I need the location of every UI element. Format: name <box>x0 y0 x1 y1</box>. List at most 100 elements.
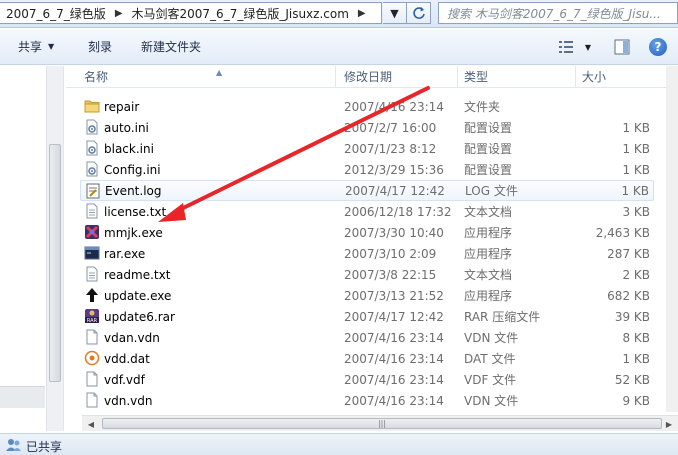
rar-archive-icon: RAR <box>84 308 100 324</box>
breadcrumb-item-current[interactable]: 木马剑客2007_6_7_绿色版_Jisuxz.com <box>126 3 355 23</box>
generic-file-icon <box>84 329 100 345</box>
burn-label: 刻录 <box>88 40 113 54</box>
file-row[interactable]: Config.ini 2012/3/29 15:36 配置设置 1 KB <box>80 159 654 180</box>
chevron-down-icon: ▼ <box>584 42 592 52</box>
chevron-right-icon[interactable]: ▶ <box>355 8 369 19</box>
console-app-icon <box>84 245 100 261</box>
file-row[interactable]: RAR update6.rar 2007/4/17 12:42 RAR 压缩文件 39 … <box>80 306 654 327</box>
file-row[interactable]: Event.log 2007/4/17 12:42 LOG 文件 1 KB <box>80 180 654 201</box>
details-view-icon <box>559 41 573 53</box>
file-row[interactable]: update.exe 2007/3/13 21:52 应用程序 682 KB <box>80 285 654 306</box>
file-row[interactable]: vdan.vdn 2007/4/16 23:14 VDN 文件 8 KB <box>80 327 654 348</box>
file-row[interactable]: license.txt 2006/12/18 17:32 文本文档 3 KB <box>80 201 654 222</box>
file-row[interactable]: mmjk.exe 2007/3/30 10:40 应用程序 2,463 KB <box>80 222 654 243</box>
chevron-right-icon[interactable]: ▶ <box>112 8 126 19</box>
file-row[interactable]: rar.exe 2007/3/10 2:09 应用程序 287 KB <box>80 243 654 264</box>
address-buttons: ▼ <box>383 2 431 24</box>
file-date: 2012/3/29 15:36 <box>344 162 444 177</box>
file-date: 2007/4/16 23:14 <box>344 330 444 345</box>
breadcrumb[interactable]: 2007_6_7_绿色版 ▶ 木马剑客2007_6_7_绿色版_Jisuxz.c… <box>0 2 382 24</box>
search-input[interactable]: 搜索 木马剑客2007_6_7_绿色版_Jisu... <box>438 2 678 24</box>
file-type: 配置设置 <box>464 142 513 156</box>
file-size: 2,463 KB <box>595 225 650 240</box>
file-size: 1 KB <box>621 183 649 198</box>
file-type: 应用程序 <box>464 226 513 240</box>
file-row[interactable]: black.ini 2007/1/23 8:12 配置设置 1 KB <box>80 138 654 159</box>
file-size: 52 KB <box>614 372 650 387</box>
scroll-right-icon[interactable]: ▶ <box>662 418 676 430</box>
file-type: VDF 文件 <box>464 373 517 387</box>
file-name: Config.ini <box>104 162 161 177</box>
file-name: Event.log <box>105 183 162 198</box>
shared-users-icon <box>6 439 21 451</box>
file-type: 应用程序 <box>464 289 513 303</box>
text-file-icon <box>84 203 100 219</box>
preview-pane-button[interactable] <box>612 37 632 57</box>
column-header-date-label: 修改日期 <box>344 70 393 84</box>
file-row[interactable]: vdd.dat 2007/4/16 23:14 DAT 文件 1 KB <box>80 348 654 369</box>
refresh-button[interactable] <box>407 2 431 24</box>
file-row[interactable]: repair 2007/4/16 23:14 文件夹 <box>80 96 654 117</box>
new-folder-button[interactable]: 新建文件夹 <box>141 38 201 55</box>
file-row[interactable]: readme.txt 2007/3/8 22:15 文本文档 2 KB <box>80 264 654 285</box>
file-name: update6.rar <box>104 309 175 324</box>
scroll-left-icon[interactable]: ◀ <box>84 418 98 430</box>
file-size: 1 KB <box>622 162 650 177</box>
file-date: 2006/12/18 17:32 <box>344 204 452 219</box>
file-type: VDN 文件 <box>464 331 519 345</box>
file-size: 1 KB <box>622 351 650 366</box>
file-type: VDN 文件 <box>464 394 519 408</box>
file-name: rar.exe <box>104 246 146 261</box>
scrollbar-thumb[interactable]: ||| <box>102 418 662 429</box>
history-dropdown-button[interactable]: ▼ <box>383 2 407 24</box>
navigation-pane-scrollbar[interactable] <box>46 66 63 431</box>
new-folder-label: 新建文件夹 <box>141 40 202 54</box>
file-date: 2007/2/7 16:00 <box>344 120 437 135</box>
text-file-icon <box>84 266 100 282</box>
folder-icon <box>84 98 100 114</box>
file-name: license.txt <box>104 204 167 219</box>
breadcrumb-item-parent[interactable]: 2007_6_7_绿色版 <box>0 3 112 23</box>
file-size: 682 KB <box>607 288 650 303</box>
file-row[interactable]: auto.ini 2007/2/7 16:00 配置设置 1 KB <box>80 117 654 138</box>
file-date: 2007/4/16 23:14 <box>344 372 444 387</box>
file-date: 2007/4/17 12:42 <box>344 309 444 324</box>
file-type: 文本文档 <box>464 205 513 219</box>
file-row[interactable]: vdf.vdf 2007/4/16 23:14 VDF 文件 52 KB <box>80 369 654 390</box>
chevron-down-icon: ▼ <box>390 6 399 20</box>
file-size: 8 KB <box>622 330 650 345</box>
file-size: 9 KB <box>622 393 650 408</box>
settings-file-icon <box>84 140 100 156</box>
scrollbar-thumb[interactable] <box>49 144 61 382</box>
share-button[interactable]: 共享 ▼ <box>18 38 54 55</box>
file-type: DAT 文件 <box>464 352 516 366</box>
burn-button[interactable]: 刻录 <box>88 38 112 55</box>
navigation-pane-hscrollbar[interactable] <box>0 386 45 408</box>
generic-file-icon <box>84 371 100 387</box>
command-bar: 共享 ▼ 刻录 新建文件夹 ▼ ? <box>0 29 678 65</box>
file-list-hscrollbar[interactable]: ◀ ||| ▶ <box>82 415 678 431</box>
column-header-row: 名称 ▲ 修改日期 类型 大小 <box>66 66 666 88</box>
file-type: LOG 文件 <box>465 184 518 198</box>
column-header-name[interactable]: 名称 ▲ <box>78 66 336 88</box>
column-header-type[interactable]: 类型 <box>458 66 576 88</box>
file-type: RAR 压缩文件 <box>464 310 541 324</box>
file-type: 应用程序 <box>464 247 513 261</box>
generic-file-icon <box>84 392 100 408</box>
refresh-icon <box>412 7 425 19</box>
change-view-button[interactable] <box>556 37 576 57</box>
help-button[interactable]: ? <box>649 38 667 56</box>
update-app-icon <box>84 287 100 303</box>
settings-file-icon <box>84 119 100 135</box>
file-type: 配置设置 <box>464 163 513 177</box>
file-type: 文本文档 <box>464 268 513 282</box>
file-name: vdf.vdf <box>104 372 145 387</box>
file-row[interactable]: vdn.vdn 2007/4/16 23:14 VDN 文件 9 KB <box>80 390 654 411</box>
file-list-vscrollbar[interactable] <box>666 66 678 412</box>
column-header-size-label: 大小 <box>582 70 607 84</box>
sort-ascending-icon: ▲ <box>216 68 223 77</box>
column-header-type-label: 类型 <box>464 70 489 84</box>
column-header-date[interactable]: 修改日期 <box>338 66 458 88</box>
view-options-dropdown[interactable]: ▼ <box>578 37 598 57</box>
column-header-size[interactable]: 大小 <box>576 66 664 88</box>
